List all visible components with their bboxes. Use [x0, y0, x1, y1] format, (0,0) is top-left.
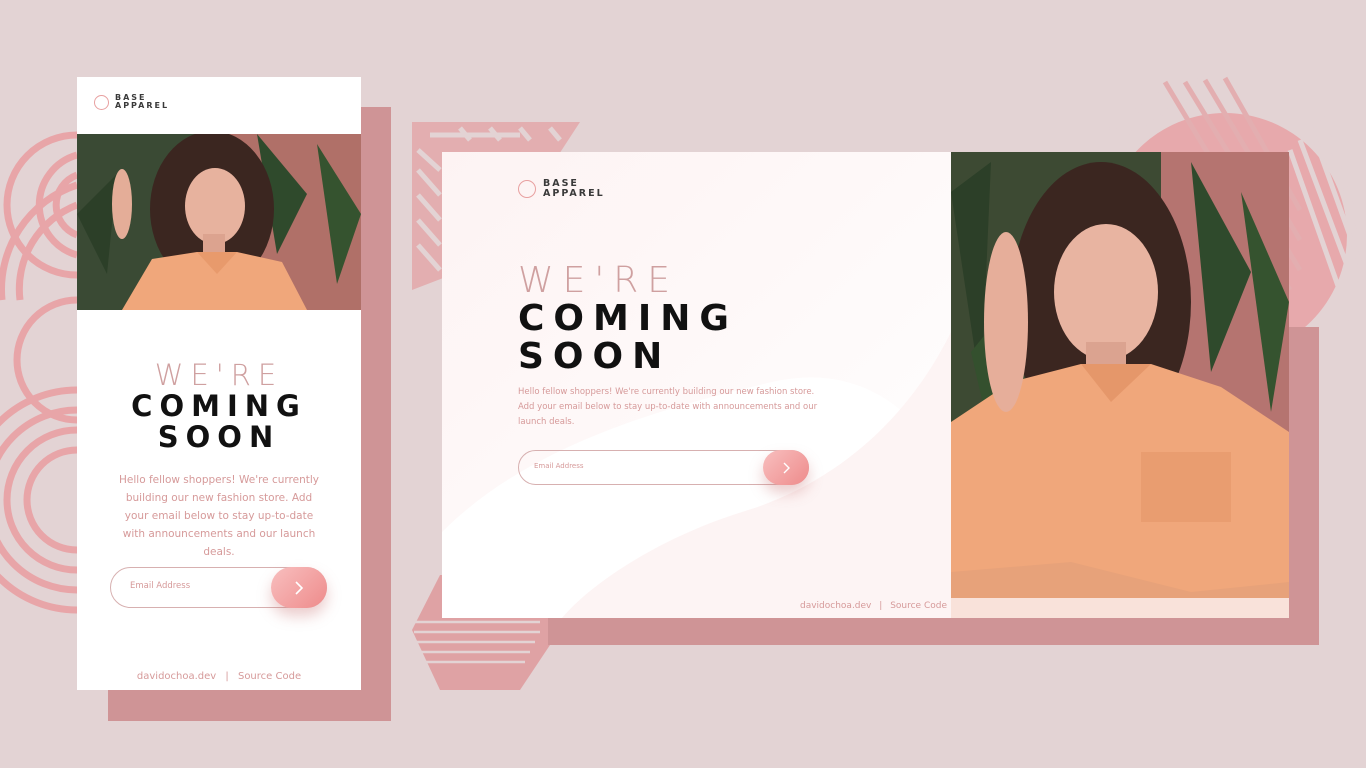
mobile-footer: davidochoa.dev | Source Code: [77, 671, 361, 682]
footer-source-link[interactable]: Source Code: [238, 671, 301, 682]
footer-source-link[interactable]: Source Code: [890, 601, 947, 611]
logo-ring-icon: [518, 179, 536, 198]
chevron-right-icon: [783, 462, 790, 473]
submit-button[interactable]: [271, 567, 327, 608]
brand-line2: APPAREL: [543, 187, 605, 199]
mobile-mockup: BASE APPAREL WE'RE COMING SOON Hello fel…: [77, 77, 361, 690]
desktop-logo[interactable]: BASE APPAREL: [518, 179, 605, 199]
mobile-description: Hello fellow shoppers! We're currently b…: [119, 474, 319, 558]
heading-dark-line1: COMING: [518, 298, 738, 339]
model-photo-icon: [951, 152, 1289, 618]
heading-dark-line2: SOON: [157, 420, 281, 454]
email-placeholder: Email Address: [130, 581, 191, 591]
footer-site-link[interactable]: davidochoa.dev: [800, 601, 871, 611]
mobile-hero-image: [77, 134, 361, 310]
chevron-right-icon: [295, 580, 304, 595]
submit-button[interactable]: [763, 450, 809, 485]
mobile-email-form: Email Address: [110, 567, 327, 608]
footer-separator: |: [225, 671, 229, 682]
heading-dark-line1: COMING: [131, 389, 307, 423]
model-photo-icon: [77, 134, 361, 310]
desktop-footer: davidochoa.dev | Source Code: [800, 601, 947, 611]
desktop-heading: WE'RE COMING SOON: [518, 262, 738, 376]
heading-light: WE'RE: [518, 260, 679, 301]
footer-separator: |: [879, 601, 883, 611]
desktop-description: Hello fellow shoppers! We're currently b…: [518, 387, 818, 427]
logo-ring-icon: [94, 94, 109, 110]
heading-dark-line2: SOON: [518, 336, 672, 377]
left-arcs-decoration: [0, 131, 79, 614]
desktop-mockup: BASE APPAREL WE'RE COMING SOON Hello fel…: [442, 152, 1289, 618]
brand-line2: APPAREL: [115, 101, 170, 111]
desktop-hero-image: [951, 152, 1289, 618]
mobile-logo[interactable]: BASE APPAREL: [94, 93, 170, 111]
email-placeholder: Email Address: [534, 462, 584, 470]
heading-light: WE'RE: [154, 358, 284, 392]
desktop-email-form: Email Address: [518, 450, 809, 485]
footer-site-link[interactable]: davidochoa.dev: [137, 671, 216, 682]
mobile-heading: WE'RE COMING SOON: [77, 360, 361, 453]
